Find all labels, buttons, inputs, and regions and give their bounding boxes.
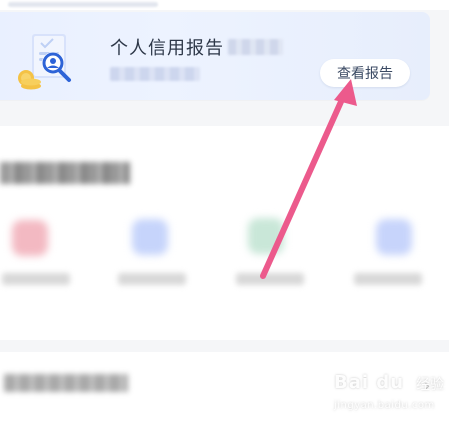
baidu-jingyan-watermark: Bai du 经验 jingyan.baidu.com bbox=[330, 372, 446, 422]
section-heading-blurred bbox=[0, 162, 130, 184]
blurred-title-tail bbox=[228, 39, 283, 55]
service-label-2 bbox=[118, 273, 186, 285]
watermark-url: jingyan.baidu.com bbox=[334, 400, 435, 411]
service-icon-4[interactable] bbox=[376, 219, 412, 255]
bottom-row-label-blurred bbox=[4, 374, 128, 392]
credit-report-card[interactable]: 个人信用报告 查看报告 bbox=[0, 12, 430, 100]
blurred-top-content bbox=[8, 2, 158, 7]
service-icon-1[interactable] bbox=[12, 220, 48, 256]
blurred-subtitle bbox=[110, 67, 200, 81]
service-label-4 bbox=[354, 273, 422, 285]
credit-report-icon bbox=[18, 34, 71, 90]
top-strip bbox=[0, 0, 449, 10]
watermark-suffix: 经验 bbox=[416, 377, 444, 393]
card-title: 个人信用报告 bbox=[110, 38, 224, 59]
service-icon-2[interactable] bbox=[132, 219, 168, 255]
service-label-3 bbox=[236, 273, 304, 285]
blurred-services-section bbox=[0, 126, 449, 340]
watermark-logo: Bai du bbox=[334, 372, 405, 393]
service-icon-3[interactable] bbox=[248, 218, 284, 254]
service-label-1 bbox=[2, 273, 70, 285]
view-report-button[interactable]: 查看报告 bbox=[320, 59, 410, 87]
